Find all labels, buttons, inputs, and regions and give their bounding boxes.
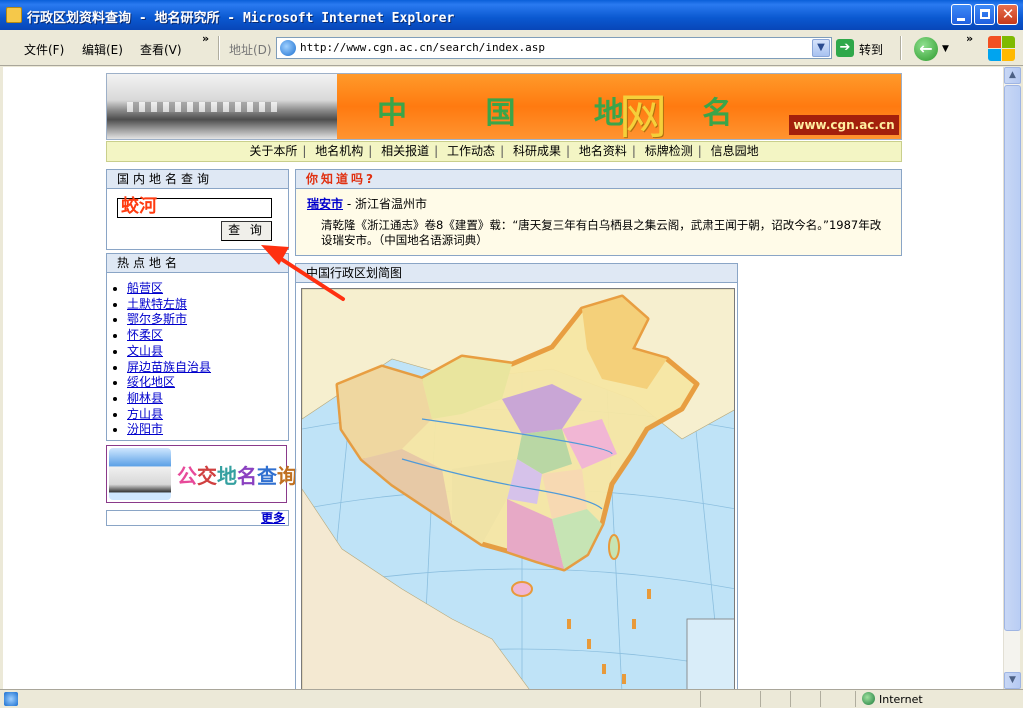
menu-file[interactable]: 文件(F) bbox=[24, 41, 64, 58]
vertical-scrollbar[interactable]: ▲ ▼ bbox=[1003, 67, 1021, 689]
hot-place-link[interactable]: 屏边苗族自治县 bbox=[127, 360, 211, 374]
back-button[interactable]: ← bbox=[914, 37, 938, 61]
toolbar-separator bbox=[900, 36, 902, 60]
nav-agencies[interactable]: 地名机构 bbox=[315, 144, 363, 158]
list-item: 方山县 bbox=[127, 407, 288, 423]
security-zone: Internet bbox=[862, 692, 923, 706]
menu-edit[interactable]: 编辑(E) bbox=[82, 41, 123, 58]
hot-place-link[interactable]: 柳林县 bbox=[127, 391, 163, 405]
banner-net-char: 网 bbox=[619, 89, 668, 145]
more-link[interactable]: 更多 bbox=[261, 511, 285, 525]
hot-place-link[interactable]: 土默特左旗 bbox=[127, 297, 187, 311]
did-you-know-body: 清乾隆《浙江通志》卷8《建置》载：“唐天复三年有白乌栖县之集云阁，武肃王闻于朝，… bbox=[321, 218, 882, 247]
nav-news[interactable]: 工作动态 bbox=[447, 144, 495, 158]
ie-icon bbox=[280, 40, 296, 56]
bus-image bbox=[109, 448, 171, 500]
list-item: 屏边苗族自治县 bbox=[127, 360, 288, 376]
menu-overflow-icon[interactable]: » bbox=[202, 32, 209, 45]
hot-place-link[interactable]: 鄂尔多斯市 bbox=[127, 312, 187, 326]
site-banner: 中 国 地 名 网 www.cgn.ac.cn bbox=[106, 73, 902, 145]
toolbar-separator bbox=[218, 36, 220, 60]
maximize-button[interactable] bbox=[974, 4, 995, 25]
nav-info[interactable]: 信息园地 bbox=[711, 144, 759, 158]
china-map-image[interactable] bbox=[301, 288, 735, 689]
windows-logo-icon bbox=[986, 35, 1016, 62]
did-you-know-title: 瑞安市 - 浙江省温州市 bbox=[307, 195, 427, 212]
place-search-panel: 国内地名查询 蛟河 查 询 bbox=[106, 169, 289, 250]
search-heading: 国内地名查询 bbox=[107, 170, 288, 189]
place-province: - 浙江省温州市 bbox=[343, 197, 427, 211]
china-map-panel: 中国行政区划简图 bbox=[295, 263, 738, 689]
go-label: 转到 bbox=[859, 43, 884, 57]
go-arrow-icon: ➔ bbox=[836, 39, 854, 57]
waterfall-photo bbox=[107, 74, 337, 139]
toolbar-overflow-icon[interactable]: » bbox=[966, 32, 973, 45]
hot-places-list: 船营区 土默特左旗 鄂尔多斯市 怀柔区 文山县 屏边苗族自治县 绥化地区 柳林县… bbox=[107, 273, 288, 438]
hot-place-link[interactable]: 方山县 bbox=[127, 407, 163, 421]
maximize-icon bbox=[980, 9, 990, 19]
list-item: 文山县 bbox=[127, 344, 288, 360]
address-bar[interactable]: http://www.cgn.ac.cn/search/index.asp ▼ bbox=[276, 37, 832, 59]
minimize-icon bbox=[957, 18, 965, 21]
scroll-down-icon[interactable]: ▼ bbox=[1004, 672, 1021, 689]
toolbar: 文件(F) 编辑(E) 查看(V) » 地址(D) http://www.cgn… bbox=[0, 30, 1023, 66]
list-item: 绥化地区 bbox=[127, 375, 288, 391]
search-button[interactable]: 查 询 bbox=[221, 221, 272, 241]
more-bar: 更多 bbox=[106, 510, 289, 526]
page-viewport: 中 国 地 名 网 www.cgn.ac.cn 关于本所 | 地名机构 | 相关报道… bbox=[3, 67, 1003, 689]
list-item: 怀柔区 bbox=[127, 328, 288, 344]
hot-place-link[interactable]: 船营区 bbox=[127, 281, 163, 295]
address-url[interactable]: http://www.cgn.ac.cn/search/index.asp bbox=[300, 41, 545, 54]
title-bar: 行政区划资料查询 - 地名研究所 - Microsoft Internet Ex… bbox=[0, 0, 1023, 30]
internet-zone-icon bbox=[862, 692, 875, 705]
map-heading: 中国行政区划简图 bbox=[296, 264, 737, 283]
ie-page-icon bbox=[6, 7, 22, 23]
scroll-up-icon[interactable]: ▲ bbox=[1004, 67, 1021, 84]
address-dropdown-icon[interactable]: ▼ bbox=[812, 39, 830, 57]
window-title: 行政区划资料查询 - 地名研究所 - Microsoft Internet Ex… bbox=[27, 11, 455, 26]
list-item: 汾阳市 bbox=[127, 422, 288, 438]
list-item: 柳林县 bbox=[127, 391, 288, 407]
back-dropdown-icon[interactable]: ▼ bbox=[942, 44, 949, 54]
list-item: 鄂尔多斯市 bbox=[127, 312, 288, 328]
banner-site-url: www.cgn.ac.cn bbox=[789, 115, 899, 135]
list-item: 土默特左旗 bbox=[127, 297, 288, 313]
banner-title: 中 国 地 名 bbox=[377, 96, 767, 131]
banner-title-area: 中 国 地 名 网 www.cgn.ac.cn bbox=[337, 74, 901, 145]
place-link[interactable]: 瑞安市 bbox=[307, 197, 343, 211]
bus-banner-text: 公交地名查询 bbox=[177, 464, 297, 488]
main-nav: 关于本所 | 地名机构 | 相关报道 | 工作动态 | 科研成果 | 地名资料 | 标牌检测… bbox=[106, 141, 902, 162]
scroll-thumb[interactable] bbox=[1004, 85, 1021, 631]
browser-window: 行政区划资料查询 - 地名研究所 - Microsoft Internet Ex… bbox=[0, 0, 1023, 708]
china-map-graphic bbox=[302, 289, 734, 689]
address-label: 地址(D) bbox=[229, 43, 272, 57]
nav-about[interactable]: 关于本所 bbox=[249, 144, 297, 158]
hot-place-link[interactable]: 绥化地区 bbox=[127, 375, 175, 389]
menu-view[interactable]: 查看(V) bbox=[140, 41, 182, 58]
hot-place-link[interactable]: 文山县 bbox=[127, 344, 163, 358]
list-item: 船营区 bbox=[127, 281, 288, 297]
close-button[interactable]: ✕ bbox=[997, 4, 1018, 25]
hot-place-link[interactable]: 怀柔区 bbox=[127, 328, 163, 342]
did-you-know-heading: 你知道吗? bbox=[296, 170, 901, 189]
hot-places-panel: 热点地名 船营区 土默特左旗 鄂尔多斯市 怀柔区 文山县 屏边苗族自治县 绥化地… bbox=[106, 253, 289, 441]
nav-research[interactable]: 科研成果 bbox=[513, 144, 561, 158]
nav-materials[interactable]: 地名资料 bbox=[579, 144, 627, 158]
page-status-icon bbox=[4, 692, 18, 706]
hot-places-heading: 热点地名 bbox=[107, 254, 288, 273]
nav-reports[interactable]: 相关报道 bbox=[381, 144, 429, 158]
hot-place-link[interactable]: 汾阳市 bbox=[127, 422, 163, 436]
status-bar: Internet bbox=[0, 689, 1023, 708]
close-icon: ✕ bbox=[1001, 5, 1015, 23]
did-you-know-panel: 你知道吗? 瑞安市 - 浙江省温州市 清乾隆《浙江通志》卷8《建置》载：“唐天复… bbox=[295, 169, 902, 256]
place-search-input[interactable]: 蛟河 bbox=[117, 198, 272, 218]
nav-sign-testing[interactable]: 标牌检测 bbox=[645, 144, 693, 158]
bus-place-search-banner[interactable]: 公交地名查询 bbox=[106, 445, 297, 503]
minimize-button[interactable] bbox=[951, 4, 972, 25]
